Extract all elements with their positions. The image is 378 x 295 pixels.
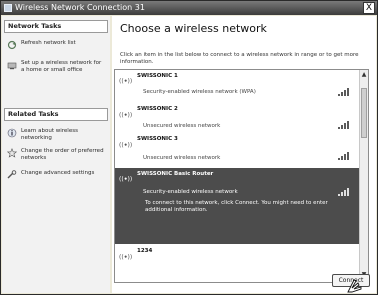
title-bar[interactable]: Wireless Network Connection 31 X: [1, 1, 377, 15]
signal-strength-icon: [338, 188, 352, 196]
wireless-connection-window: Wireless Network Connection 31 X Network…: [0, 0, 378, 295]
setup-network-icon: [7, 60, 17, 70]
task-label: Set up a wireless network for a home or …: [21, 60, 102, 73]
related-tasks-header[interactable]: Related Tasks: [4, 108, 108, 121]
close-button[interactable]: X: [363, 2, 375, 14]
refresh-icon: [7, 40, 17, 50]
wireless-antenna-icon: ((•)): [119, 112, 133, 119]
page-description: Click an item in the list below to conne…: [120, 52, 359, 65]
task-label: Change advanced settings: [21, 170, 95, 176]
network-status: Security-enabled wireless network (WPA): [143, 89, 256, 95]
hand-cursor-icon: [347, 279, 362, 293]
wireless-antenna-icon: ((•)): [119, 78, 133, 85]
page-title: Choose a wireless network: [120, 22, 267, 35]
network-message: To connect to this network, click Connec…: [145, 200, 328, 213]
wireless-antenna-icon: ((•)): [119, 254, 133, 261]
network-list-scrollbar[interactable]: ▲ ▼: [359, 70, 368, 282]
signal-strength-icon: [338, 121, 352, 129]
main-panel: Choose a wireless network Click an item …: [112, 16, 376, 293]
task-label: Refresh network list: [21, 40, 76, 46]
sidebar: Network Tasks Refresh network list Set u…: [2, 16, 110, 293]
settings-icon: [7, 170, 17, 180]
network-item[interactable]: ((•)) 1234: [115, 246, 360, 280]
network-item[interactable]: ((•)) SWISSONIC 3 Unsecured wireless net…: [115, 134, 360, 168]
scrollbar-thumb[interactable]: [361, 88, 367, 138]
wireless-network-icon: [4, 4, 12, 12]
info-icon: [7, 128, 17, 138]
network-status: Security-enabled wireless network: [143, 189, 238, 195]
signal-strength-icon: [338, 152, 352, 160]
network-item[interactable]: ((•)) SWISSONIC 1 Security-enabled wirel…: [115, 70, 360, 104]
network-list[interactable]: ((•)) SWISSONIC 1 Security-enabled wirel…: [114, 69, 369, 283]
network-status: Unsecured wireless network: [143, 123, 221, 129]
network-tasks-header[interactable]: Network Tasks: [4, 20, 108, 33]
task-label: Change the order of preferred networks: [21, 148, 104, 161]
star-icon: [6, 147, 18, 158]
window-title: Wireless Network Connection 31: [15, 3, 145, 12]
network-name: SWISSONIC Basic Router: [137, 171, 214, 177]
task-label: Learn about wireless networking: [21, 128, 78, 141]
wireless-antenna-icon: ((•)): [119, 142, 133, 149]
wireless-antenna-icon: ((•)): [119, 176, 133, 183]
network-name: SWISSONIC 2: [137, 106, 178, 112]
network-name: SWISSONIC 1: [137, 73, 178, 79]
network-name: SWISSONIC 3: [137, 136, 178, 142]
network-name: 1234: [137, 248, 153, 254]
signal-strength-icon: [338, 88, 352, 96]
network-item-selected[interactable]: ((•)) SWISSONIC Basic Router Security-en…: [115, 168, 360, 244]
network-status: Unsecured wireless network: [143, 155, 221, 161]
network-item[interactable]: ((•)) SWISSONIC 2 Unsecured wireless net…: [115, 104, 360, 134]
scroll-up-arrow-icon[interactable]: ▲: [360, 71, 368, 81]
